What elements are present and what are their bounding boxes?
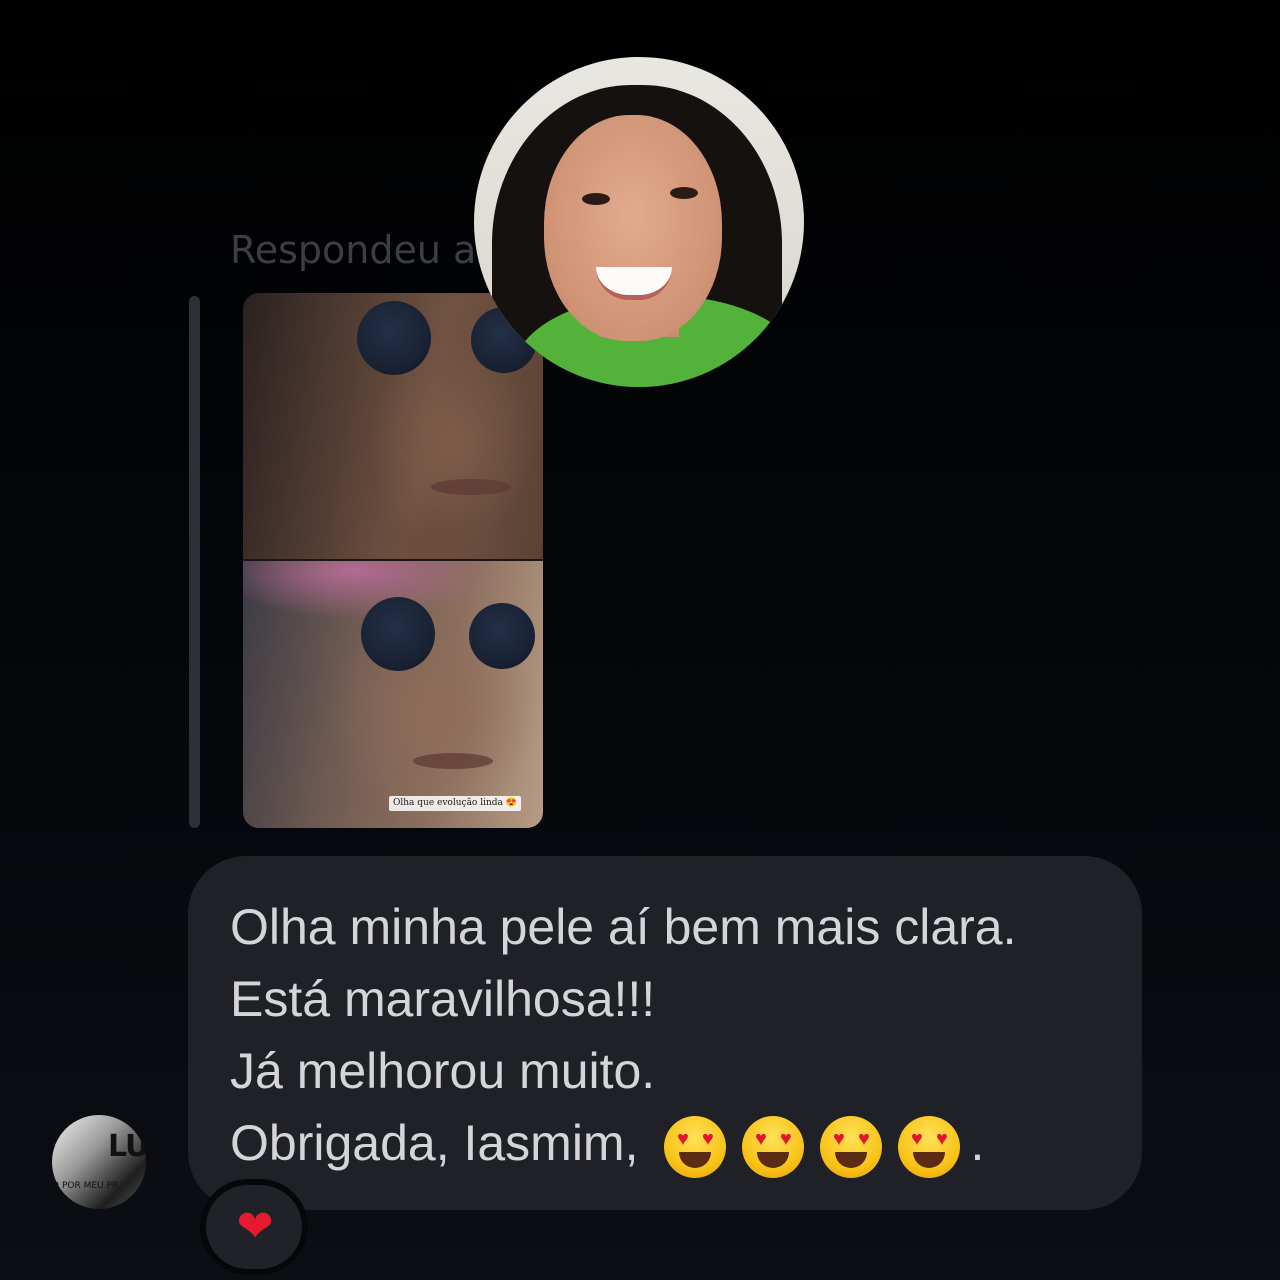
message-line: Olha minha pele aí bem mais clara.: [230, 899, 1017, 955]
avatar-logo-text: LU: [108, 1129, 146, 1164]
face-shape: [544, 115, 722, 341]
message-bubble[interactable]: Olha minha pele aí bem mais clara. Está …: [188, 856, 1142, 1210]
heart-eyes-emoji-icon: ♥ ♥: [664, 1115, 727, 1178]
message-text: Olha minha pele aí bem mais clara. Está …: [230, 891, 1016, 1179]
message-last-line: Obrigada, Iasmim, ♥ ♥ ♥ ♥ ♥ ♥ ♥ ♥ .: [230, 1107, 1016, 1179]
story-caption: Olha que evolução linda 😍: [389, 796, 521, 811]
reply-label: Respondeu a: [230, 228, 477, 272]
emoji-row: ♥ ♥ ♥ ♥ ♥ ♥ ♥ ♥: [638, 1115, 961, 1178]
heart-eyes-emoji-icon: ♥ ♥: [820, 1115, 883, 1178]
message-line: Está maravilhosa!!!: [230, 971, 656, 1027]
message-trailing-punctuation: .: [970, 1115, 985, 1171]
face-eye-right: [670, 187, 698, 199]
lip-shape: [431, 479, 511, 495]
eye-mask-left: [361, 597, 435, 671]
heart-icon: ❤: [236, 1201, 274, 1252]
heart-eyes-emoji-icon: ♥ ♥: [742, 1115, 805, 1178]
story-preview[interactable]: Olha que evolução linda 😍: [243, 293, 543, 828]
face-eye-left: [582, 193, 610, 205]
heart-eyes-emoji-icon: ♥ ♥: [898, 1115, 961, 1178]
after-photo: [243, 561, 543, 828]
sender-avatar[interactable]: LU O POR MEU PR: [52, 1115, 146, 1209]
eye-mask-right: [469, 603, 535, 669]
reaction-badge[interactable]: ❤: [206, 1185, 302, 1269]
lip-shape: [413, 753, 493, 769]
avatar-tagline: O POR MEU PR: [52, 1181, 119, 1191]
reply-quote-bar: [189, 296, 200, 828]
eye-mask-left: [357, 301, 431, 375]
message-line: Obrigada, Iasmim,: [230, 1115, 639, 1171]
message-line: Já melhorou muito.: [230, 1043, 656, 1099]
profile-photo: [474, 57, 804, 387]
